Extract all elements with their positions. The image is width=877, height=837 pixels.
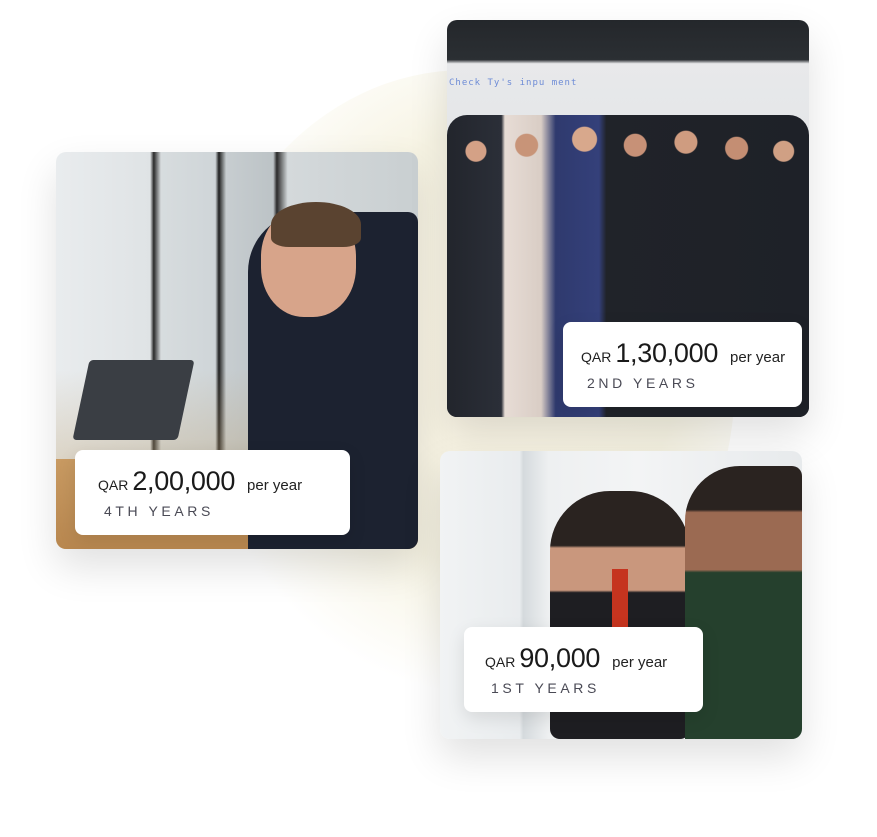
experience-years: 2ND YEARS	[587, 375, 699, 391]
currency-label: QAR	[485, 654, 516, 670]
salary-amount: 2,00,000	[132, 466, 236, 496]
salary-card-4th-year: QAR 2,00,000 per year 4TH YEARS	[56, 152, 418, 549]
salary-info-box: QAR 1,30,000 per year 2ND YEARS	[563, 322, 802, 407]
currency-label: QAR	[581, 349, 612, 365]
salary-amount: 1,30,000	[615, 338, 719, 368]
experience-years: 1ST YEARS	[491, 680, 600, 696]
salary-info-box: QAR 2,00,000 per year 4TH YEARS	[75, 450, 350, 535]
projector-screen-text: Check Ty's inpu ment	[449, 78, 578, 88]
salary-period: per year	[247, 477, 303, 494]
salary-card-2nd-year: Check Ty's inpu ment QAR 1,30,000 per ye…	[447, 20, 809, 417]
laptop	[72, 360, 195, 440]
salary-info-box: QAR 90,000 per year 1ST YEARS	[464, 627, 703, 712]
salary-card-1st-year: QAR 90,000 per year 1ST YEARS	[440, 451, 802, 739]
salary-period: per year	[730, 349, 786, 366]
man-hair	[271, 202, 361, 247]
experience-years: 4TH YEARS	[104, 503, 214, 519]
red-tie	[612, 569, 628, 629]
salary-period: per year	[612, 654, 668, 671]
salary-amount: 90,000	[519, 643, 601, 673]
currency-label: QAR	[98, 477, 129, 493]
